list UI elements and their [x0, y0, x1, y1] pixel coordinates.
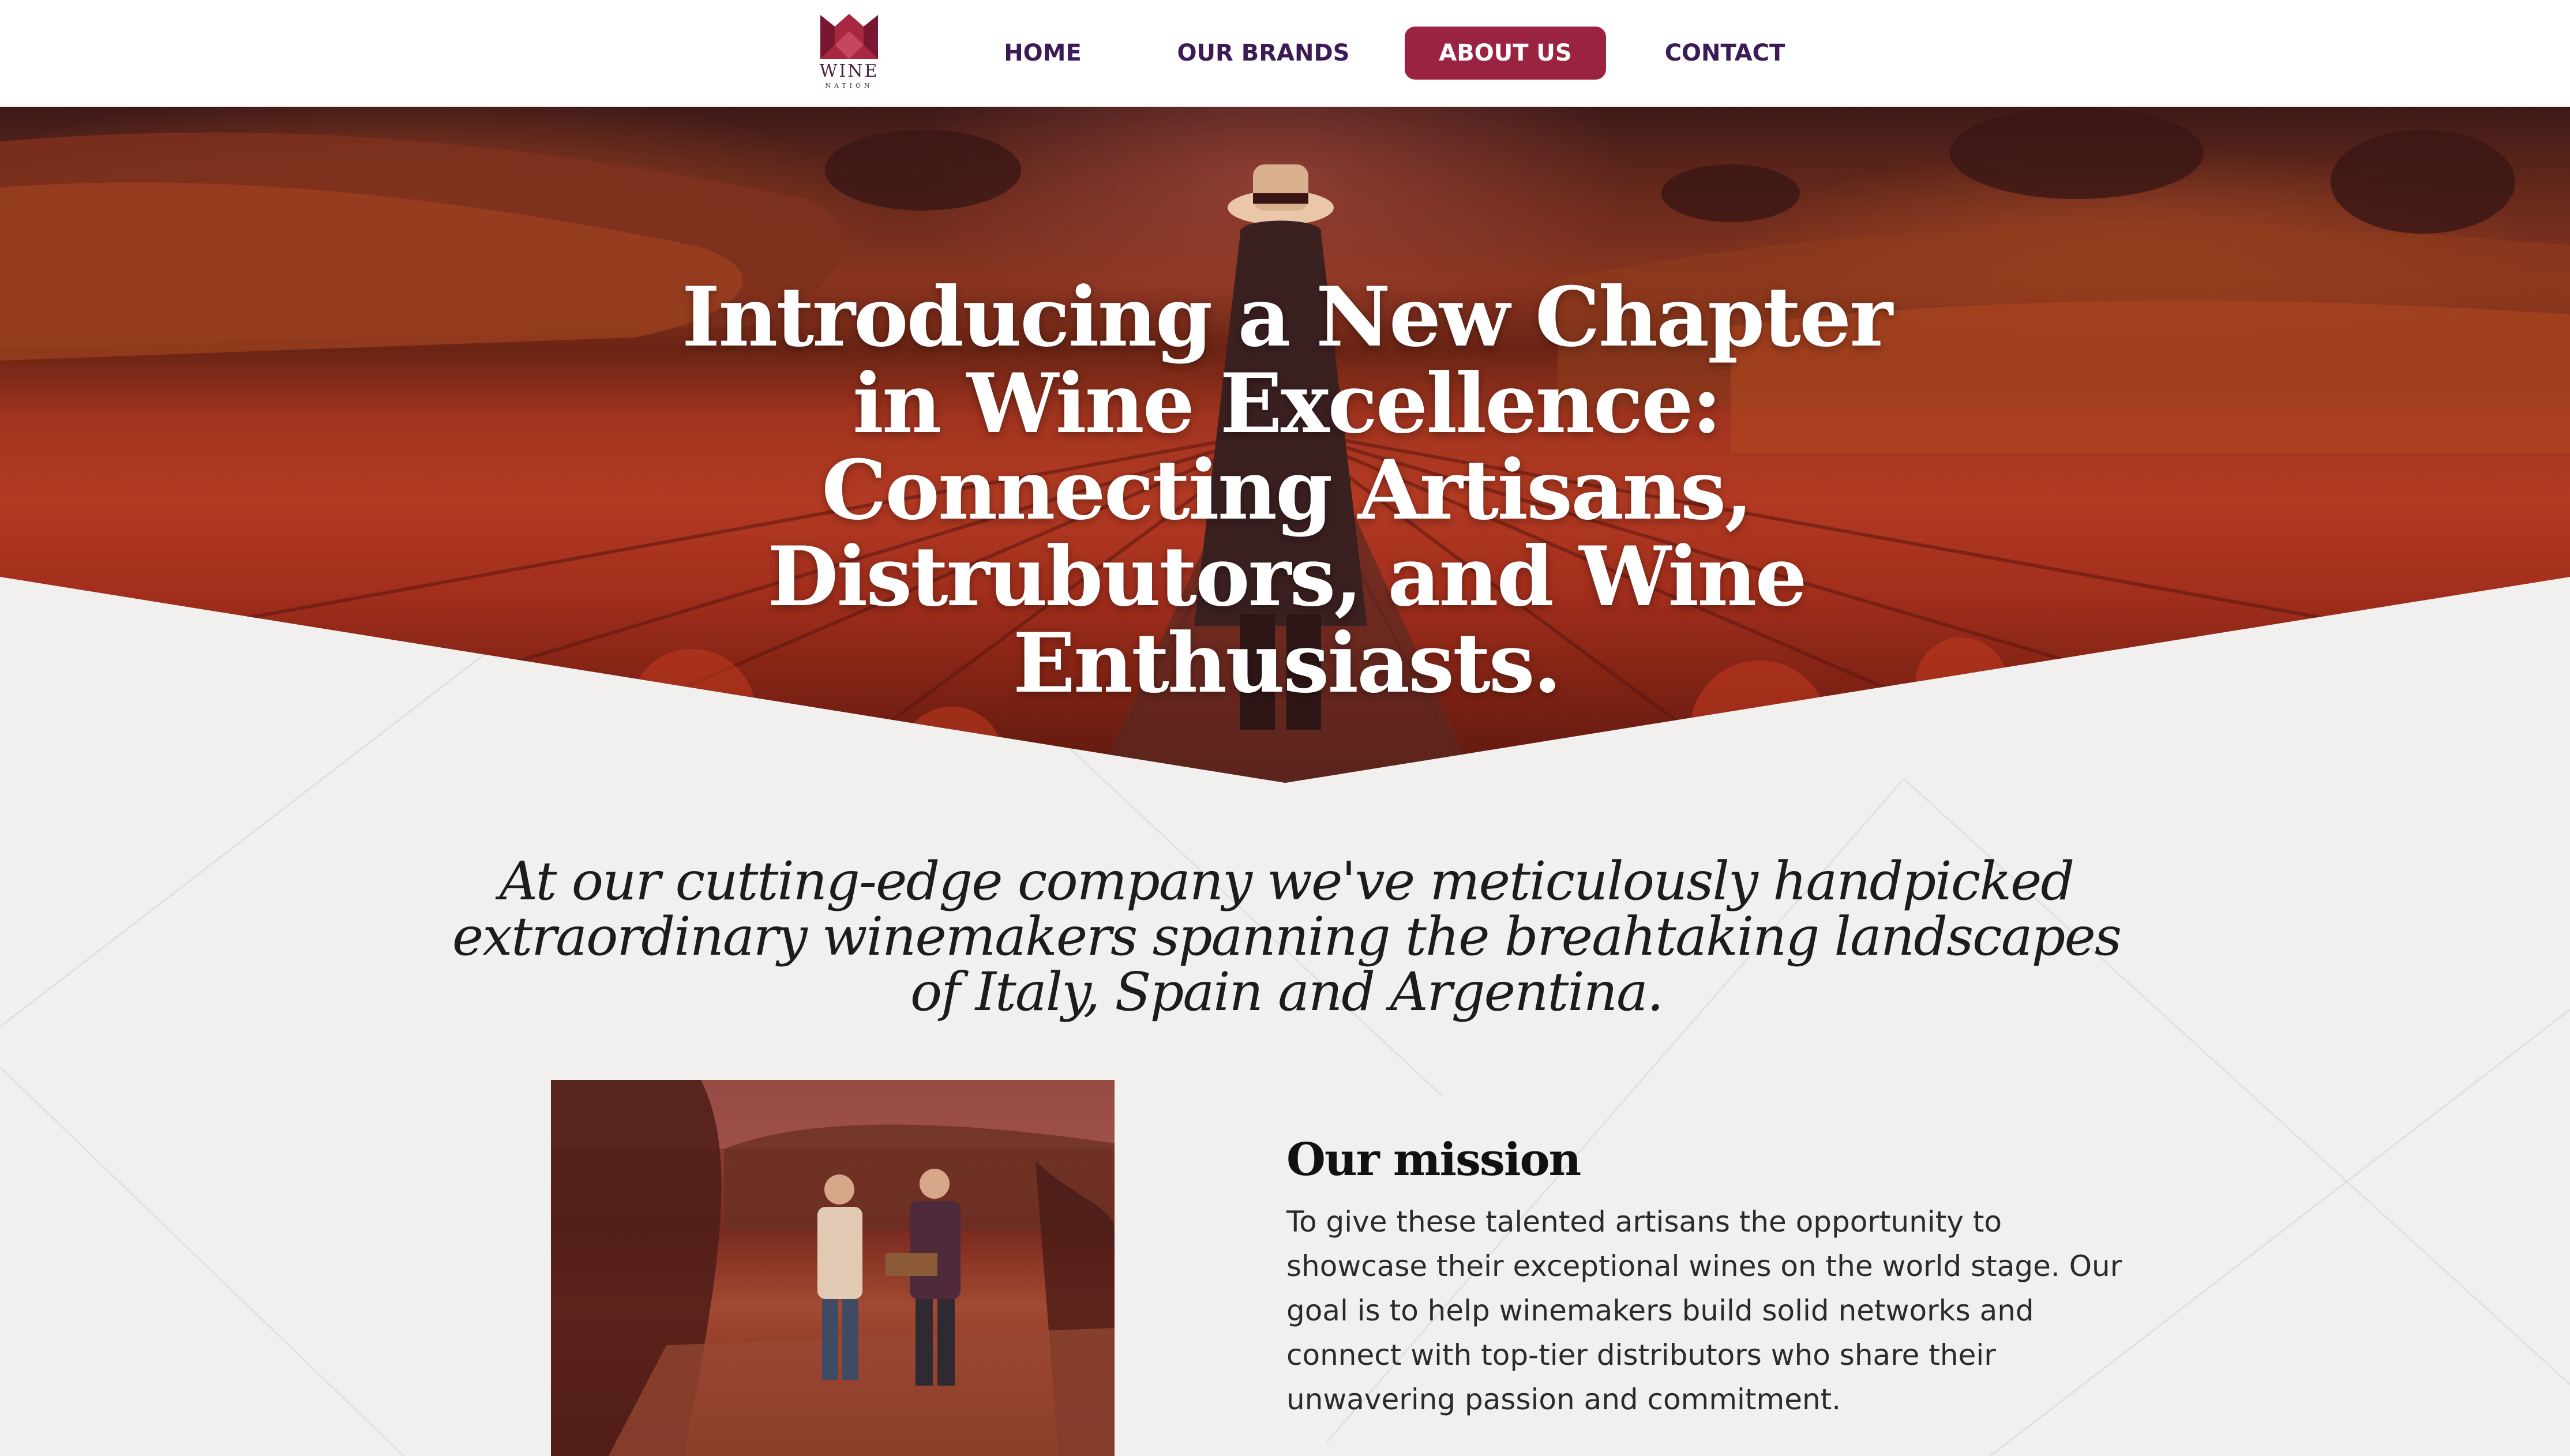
crown-w-logo-icon: [820, 14, 878, 59]
intro-statement: At our cutting-edge company we've meticu…: [452, 850, 2122, 1023]
logo-wordmark: WINE: [819, 61, 879, 81]
nav-home-link[interactable]: HOME: [984, 27, 1102, 80]
wine-nation-logo[interactable]: WINE NATION: [817, 10, 881, 89]
hero-headline: Introducing a New Chapter in Wine Excell…: [681, 269, 1893, 711]
mission-body: To give these talented artisans the oppo…: [1286, 1205, 2122, 1416]
winemakers-image: [551, 1080, 1115, 1456]
site-header: WINE NATION HOME OUR BRANDS ABOUT US CON…: [0, 0, 2570, 107]
nav-our-brands-link[interactable]: OUR BRANDS: [1165, 27, 1361, 80]
winemakers-photo: [551, 1080, 1115, 1456]
nav-contact-link[interactable]: CONTACT: [1650, 27, 1800, 80]
nav-about-us-link[interactable]: ABOUT US: [1405, 27, 1606, 80]
mission-heading: Our mission: [1286, 1134, 1581, 1186]
logo-subtitle: NATION: [825, 82, 873, 89]
